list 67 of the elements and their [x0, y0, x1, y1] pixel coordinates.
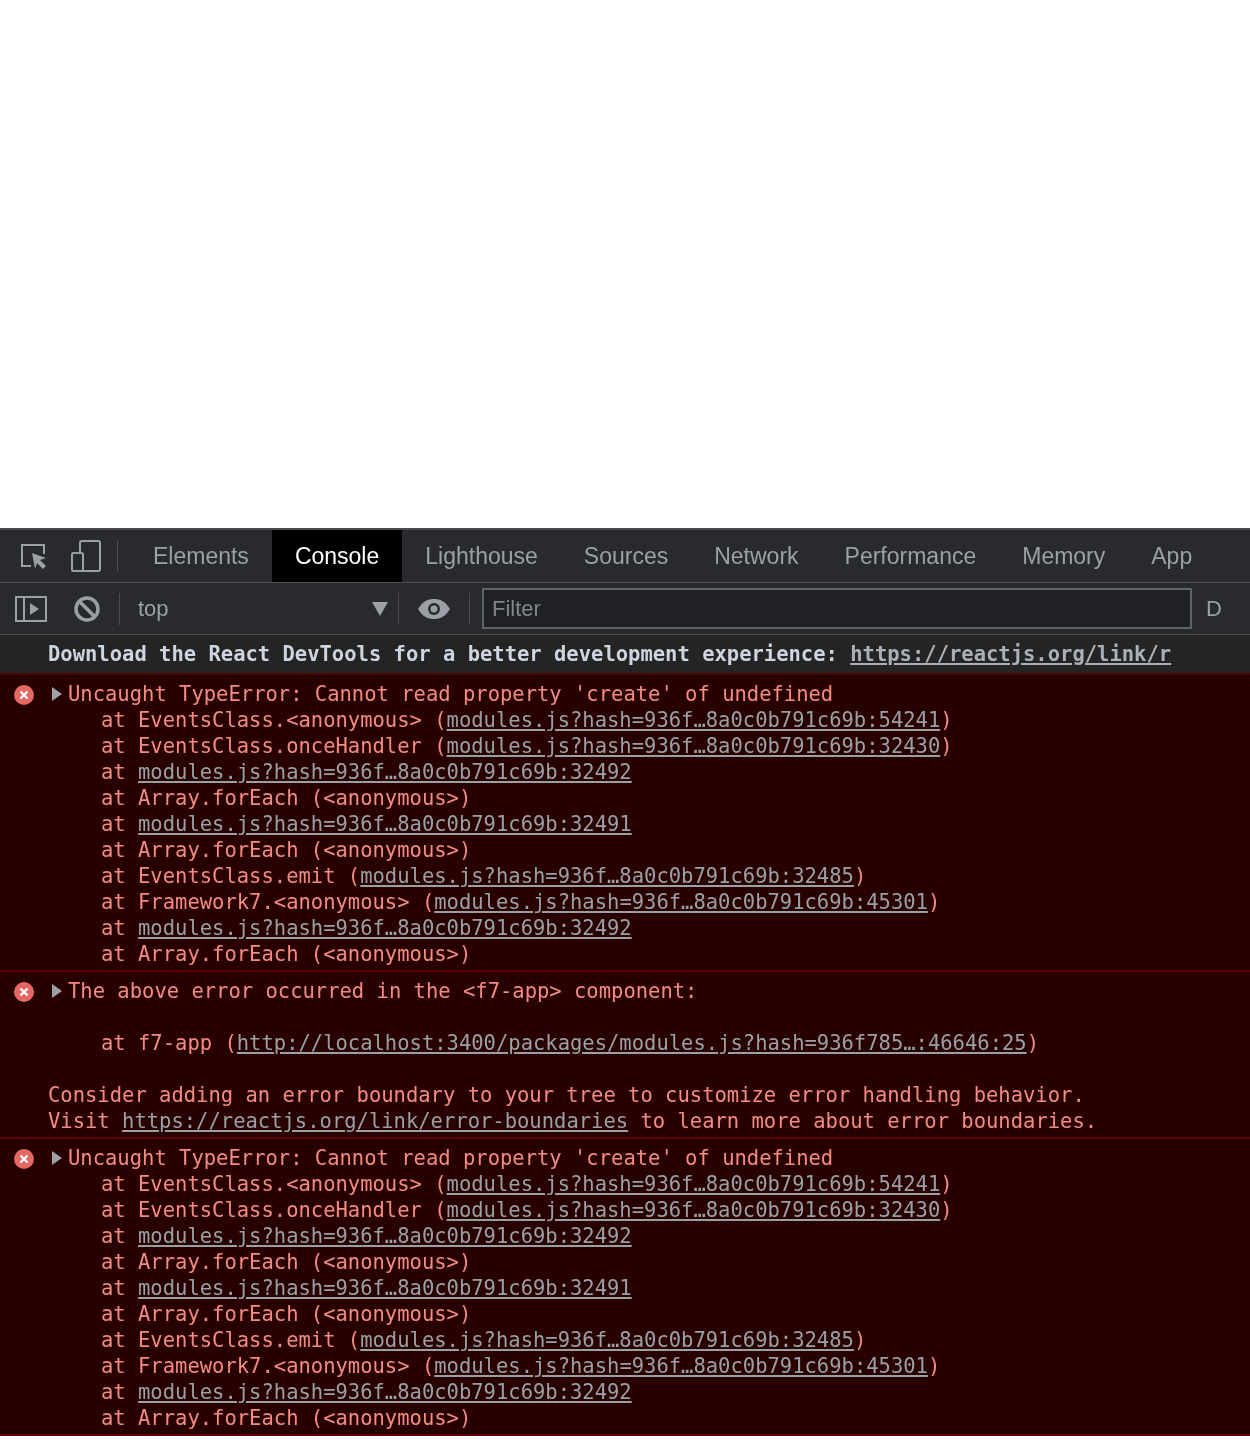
docs-link[interactable]: https://reactjs.org/link/r — [850, 642, 1172, 666]
source-link[interactable]: modules.js?hash=936f…8a0c0b791c69b:45301 — [434, 1354, 928, 1378]
stack-frame: at EventsClass.onceHandler (modules.js?hash=936f…8a0c0b791c69b:32430) — [101, 734, 953, 758]
levels-dropdown[interactable]: D — [1206, 592, 1222, 625]
panel-tab[interactable]: Network — [691, 530, 822, 582]
source-link[interactable]: modules.js?hash=936f…8a0c0b791c69b:54241 — [446, 708, 941, 732]
stack-frame: at EventsClass.emit (modules.js?hash=936f…8a0c0b791c69b:32485) — [101, 1328, 867, 1352]
stack-frame: at EventsClass.emit (modules.js?hash=936f…8a0c0b791c69b:32485) — [101, 864, 867, 888]
stack-frame: at modules.js?hash=936f…8a0c0b791c69b:32492 — [101, 1224, 632, 1248]
source-link[interactable]: modules.js?hash=936f…8a0c0b791c69b:45301 — [434, 890, 928, 914]
filter-field[interactable]: Filter — [482, 588, 1192, 629]
panel-tab[interactable]: Sources — [560, 530, 692, 582]
stack-frame: at Array.forEach (<anonymous>) — [101, 1406, 472, 1430]
expand-triangle-icon[interactable] — [51, 1151, 63, 1165]
stack-frame: at Array.forEach (<anonymous>) — [101, 786, 472, 810]
stack-frame: at modules.js?hash=936f…8a0c0b791c69b:32492 — [101, 760, 632, 784]
stack-frame: at f7-app (http://localhost:3400/packages/modules.js?hash=936f785…:46646:25) — [101, 1031, 1039, 1055]
panel-tab[interactable]: Lighthouse — [402, 530, 561, 582]
stack-frame: at Array.forEach (<anonymous>) — [101, 1250, 472, 1274]
error-icon — [14, 685, 34, 705]
error-message: Uncaught TypeError: Cannot read property 'create' of undefined — [68, 1145, 834, 1171]
stack-frame: at Array.forEach (<anonymous>) — [101, 838, 472, 862]
stack-frame: at modules.js?hash=936f…8a0c0b791c69b:32491 — [101, 812, 632, 836]
source-link[interactable]: modules.js?hash=936f…8a0c0b791c69b:54241 — [446, 1172, 941, 1196]
stack-frame: at EventsClass.onceHandler (modules.js?hash=936f…8a0c0b791c69b:32430) — [101, 1198, 953, 1222]
source-link[interactable]: modules.js?hash=936f…8a0c0b791c69b:32430 — [446, 1198, 941, 1222]
source-link[interactable]: modules.js?hash=936f…8a0c0b791c69b:32485 — [360, 1328, 854, 1352]
stack-frame: at EventsClass.<anonymous> (modules.js?hash=936f…8a0c0b791c69b:54241) — [101, 708, 953, 732]
stack-frame: at modules.js?hash=936f…8a0c0b791c69b:32492 — [101, 916, 632, 940]
clear-icon[interactable] — [73, 594, 101, 623]
source-link[interactable]: modules.js?hash=936f…8a0c0b791c69b:32492 — [138, 916, 632, 940]
stack-frame: at EventsClass.<anonymous> (modules.js?hash=936f…8a0c0b791c69b:54241) — [101, 1172, 953, 1196]
source-link[interactable]: modules.js?hash=936f…8a0c0b791c69b:32491 — [138, 812, 632, 836]
panel-tab[interactable]: Performance — [821, 530, 1000, 582]
source-link[interactable]: modules.js?hash=936f…8a0c0b791c69b:32430 — [446, 734, 941, 758]
source-link[interactable]: modules.js?hash=936f…8a0c0b791c69b:32492 — [138, 760, 632, 784]
source-link[interactable]: modules.js?hash=936f…8a0c0b791c69b:32492 — [138, 1380, 632, 1404]
inspect-icon[interactable] — [19, 542, 49, 570]
source-link[interactable]: modules.js?hash=936f…8a0c0b791c69b:32492 — [138, 1224, 632, 1248]
message-text: Visit https://reactjs.org/link/error-boundaries to learn more about error boundaries. — [48, 1109, 1098, 1133]
device-icon[interactable] — [71, 540, 103, 572]
source-link[interactable]: http://localhost:3400/packages/modules.js?hash=936f785…:46646:25 — [236, 1031, 1027, 1055]
panel-tab[interactable]: App — [1128, 530, 1216, 582]
stack-frame: at Framework7.<anonymous> (modules.js?hash=936f…8a0c0b791c69b:45301) — [101, 890, 941, 914]
expand-triangle-icon[interactable] — [51, 984, 63, 998]
error-icon — [14, 1149, 34, 1169]
source-link[interactable]: modules.js?hash=936f…8a0c0b791c69b:32485 — [360, 864, 854, 888]
stack-frame: at modules.js?hash=936f…8a0c0b791c69b:32491 — [101, 1276, 632, 1300]
context-select[interactable]: top — [120, 592, 398, 625]
error-message: The above error occurred in the <f7-app> component: — [68, 978, 698, 1004]
dropdown-arrow-icon — [372, 601, 388, 616]
message-text: Consider adding an error boundary to your tree to customize error handling behavior. — [48, 1083, 1085, 1107]
panel-tab[interactable]: Memory — [999, 530, 1129, 582]
expand-triangle-icon[interactable] — [51, 687, 63, 701]
stack-frame: at Framework7.<anonymous> (modules.js?hash=936f…8a0c0b791c69b:45301) — [101, 1354, 941, 1378]
sidebar-toggle-icon[interactable] — [15, 595, 47, 622]
info-message: Download the React DevTools for a better development experience: https://reactjs.org/link/r — [48, 641, 1172, 667]
stack-frame: at modules.js?hash=936f…8a0c0b791c69b:32492 — [101, 1380, 632, 1404]
error-message: Uncaught TypeError: Cannot read property 'create' of undefined — [68, 681, 834, 707]
panel-tab[interactable]: Console — [271, 530, 403, 582]
source-link[interactable]: modules.js?hash=936f…8a0c0b791c69b:32491 — [138, 1276, 632, 1300]
panel-tab[interactable]: Elements — [130, 530, 272, 582]
stack-frame: at Array.forEach (<anonymous>) — [101, 942, 472, 966]
eye-icon[interactable] — [417, 597, 451, 620]
source-link[interactable]: https://reactjs.org/link/error-boundaries — [122, 1109, 629, 1133]
error-icon — [14, 982, 34, 1002]
stack-frame: at Array.forEach (<anonymous>) — [101, 1302, 472, 1326]
